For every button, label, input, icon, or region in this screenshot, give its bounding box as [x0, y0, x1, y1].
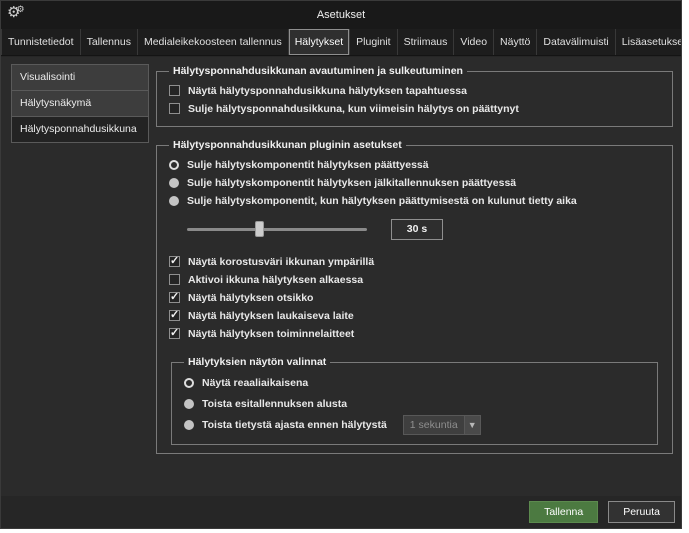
- radio-button[interactable]: [169, 196, 179, 206]
- checkbox[interactable]: [169, 103, 180, 114]
- group-title: Hälytysponnahdusikkunan pluginin asetuks…: [169, 139, 406, 151]
- group-alarm-display-options: Hälytyksien näytön valinnat Näytä reaali…: [171, 356, 658, 445]
- tab-lisaasetukset[interactable]: Lisäasetukset: [616, 29, 682, 55]
- checkbox-label: Näytä korostusväri ikkunan ympärillä: [188, 256, 374, 268]
- display-checkboxes: Näytä korostusväri ikkunan ympärillä Akt…: [169, 253, 662, 342]
- radio-row-close-after-time[interactable]: Sulje hälytyskomponentit, kun hälytyksen…: [169, 192, 662, 209]
- checkbox-label: Näytä hälytyksen toiminnelaitteet: [188, 328, 354, 340]
- radio-button[interactable]: [169, 178, 179, 188]
- tab-label: Tallennus: [87, 36, 131, 48]
- checkbox[interactable]: [169, 310, 180, 321]
- close-delay-value[interactable]: 30 s: [391, 219, 443, 240]
- checkbox-row-show-popup[interactable]: Näytä hälytysponnahdusikkuna hälytyksen …: [169, 82, 662, 99]
- checkbox-label: Sulje hälytysponnahdusikkuna, kun viimei…: [188, 103, 519, 115]
- save-button[interactable]: Tallenna: [529, 501, 598, 523]
- radio-label: Toista tietystä ajasta ennen hälytystä: [202, 419, 387, 431]
- tab-label: Tunnistetiedot: [8, 36, 74, 48]
- close-delay-slider-row: 30 s: [187, 217, 662, 241]
- group-title: Hälytyksien näytön valinnat: [184, 356, 330, 368]
- checkbox[interactable]: [169, 328, 180, 339]
- radio-label: Sulje hälytyskomponentit hälytyksen päät…: [187, 159, 429, 171]
- sidebar-item-label: Visualisointi: [20, 71, 75, 83]
- settings-panel: Hälytysponnahdusikkunan avautuminen ja s…: [156, 59, 673, 454]
- sidebar-item-label: Hälytysnäkymä: [20, 97, 91, 109]
- tab-datavalimuisti[interactable]: Datavälimuisti: [537, 29, 615, 55]
- time-before-alarm-dropdown[interactable]: 1 sekuntia ▼: [403, 415, 481, 435]
- tab-label: Datavälimuisti: [543, 36, 608, 48]
- chevron-down-icon: ▼: [464, 416, 480, 434]
- radio-label: Toista esitallennuksen alusta: [202, 398, 347, 410]
- tab-naytto[interactable]: Näyttö: [494, 29, 537, 55]
- tab-bar: Tunnistetiedot Tallennus Medialeikekoost…: [1, 29, 681, 56]
- tab-label: Medialeikekoosteen tallennus: [144, 36, 282, 48]
- tab-label: Näyttö: [500, 36, 530, 48]
- tab-label: Video: [460, 36, 487, 48]
- checkbox-label: Näytä hälytyksen laukaiseva laite: [188, 310, 354, 322]
- sidebar: Visualisointi Hälytysnäkymä Hälytysponna…: [11, 64, 149, 143]
- radio-row-close-after-postrecord[interactable]: Sulje hälytyskomponentit hälytyksen jälk…: [169, 174, 662, 191]
- sidebar-item-halytysnakyma[interactable]: Hälytysnäkymä: [11, 90, 149, 117]
- radio-button[interactable]: [184, 420, 194, 430]
- radio-button[interactable]: [184, 378, 194, 388]
- radio-row-realtime[interactable]: Näytä reaaliaikaisena: [184, 373, 647, 393]
- checkbox[interactable]: [169, 274, 180, 285]
- checkbox[interactable]: [169, 85, 180, 96]
- group-popup-open-close: Hälytysponnahdusikkunan avautuminen ja s…: [156, 65, 673, 127]
- close-delay-slider[interactable]: [187, 228, 367, 231]
- dropdown-value: 1 sekuntia: [404, 419, 464, 431]
- footer-bar: Tallenna Peruuta: [1, 496, 681, 528]
- radio-row-play-prerecord[interactable]: Toista esitallennuksen alusta: [184, 394, 647, 414]
- slider-handle[interactable]: [255, 221, 264, 237]
- tab-halytykset[interactable]: Hälytykset: [289, 29, 350, 55]
- checkbox-row-show-action-devices[interactable]: Näytä hälytyksen toiminnelaitteet: [169, 325, 662, 342]
- radio-row-close-on-end[interactable]: Sulje hälytyskomponentit hälytyksen päät…: [169, 156, 662, 173]
- checkbox-row-close-popup[interactable]: Sulje hälytysponnahdusikkuna, kun viimei…: [169, 100, 662, 117]
- radio-label: Sulje hälytyskomponentit, kun hälytyksen…: [187, 195, 577, 207]
- content-area: Visualisointi Hälytysnäkymä Hälytysponna…: [1, 57, 681, 496]
- checkbox[interactable]: [169, 256, 180, 267]
- tab-video[interactable]: Video: [454, 29, 494, 55]
- group-title: Hälytysponnahdusikkunan avautuminen ja s…: [169, 65, 467, 77]
- checkbox-label: Näytä hälytysponnahdusikkuna hälytyksen …: [188, 85, 467, 97]
- radio-label: Sulje hälytyskomponentit hälytyksen jälk…: [187, 177, 516, 189]
- cancel-button[interactable]: Peruuta: [608, 501, 675, 523]
- sidebar-item-label: Hälytysponnahdusikkuna: [20, 123, 137, 135]
- checkbox-label: Aktivoi ikkuna hälytyksen alkaessa: [188, 274, 363, 286]
- radio-row-play-from-time[interactable]: Toista tietystä ajasta ennen hälytystä 1…: [184, 415, 647, 435]
- tab-pluginit[interactable]: Pluginit: [350, 29, 397, 55]
- window-title: Asetukset: [1, 9, 681, 21]
- checkbox-row-activate-window[interactable]: Aktivoi ikkuna hälytyksen alkaessa: [169, 271, 662, 288]
- tab-label: Striimaus: [404, 36, 448, 48]
- sidebar-item-halytysponnahdusikkuna[interactable]: Hälytysponnahdusikkuna: [11, 116, 149, 143]
- titlebar: ⚙⚙ Asetukset: [1, 1, 681, 29]
- checkbox-row-show-title[interactable]: Näytä hälytyksen otsikko: [169, 289, 662, 306]
- tab-label: Lisäasetukset: [622, 36, 682, 48]
- checkbox-row-show-trigger-device[interactable]: Näytä hälytyksen laukaiseva laite: [169, 307, 662, 324]
- group-plugin-settings: Hälytysponnahdusikkunan pluginin asetuks…: [156, 139, 673, 454]
- tab-medialeikekoosteen-tallennus[interactable]: Medialeikekoosteen tallennus: [138, 29, 289, 55]
- tab-label: Hälytykset: [295, 36, 343, 48]
- checkbox-row-highlight-color[interactable]: Näytä korostusväri ikkunan ympärillä: [169, 253, 662, 270]
- tab-label: Pluginit: [356, 36, 390, 48]
- checkbox-label: Näytä hälytyksen otsikko: [188, 292, 313, 304]
- tab-tunnistetiedot[interactable]: Tunnistetiedot: [1, 29, 81, 55]
- tab-tallennus[interactable]: Tallennus: [81, 29, 138, 55]
- radio-label: Näytä reaaliaikaisena: [202, 377, 308, 389]
- settings-window: ⚙⚙ Asetukset Tunnistetiedot Tallennus Me…: [0, 0, 682, 529]
- sidebar-item-visualisointi[interactable]: Visualisointi: [11, 64, 149, 91]
- checkbox[interactable]: [169, 292, 180, 303]
- radio-button[interactable]: [184, 399, 194, 409]
- radio-button[interactable]: [169, 160, 179, 170]
- tab-striimaus[interactable]: Striimaus: [398, 29, 455, 55]
